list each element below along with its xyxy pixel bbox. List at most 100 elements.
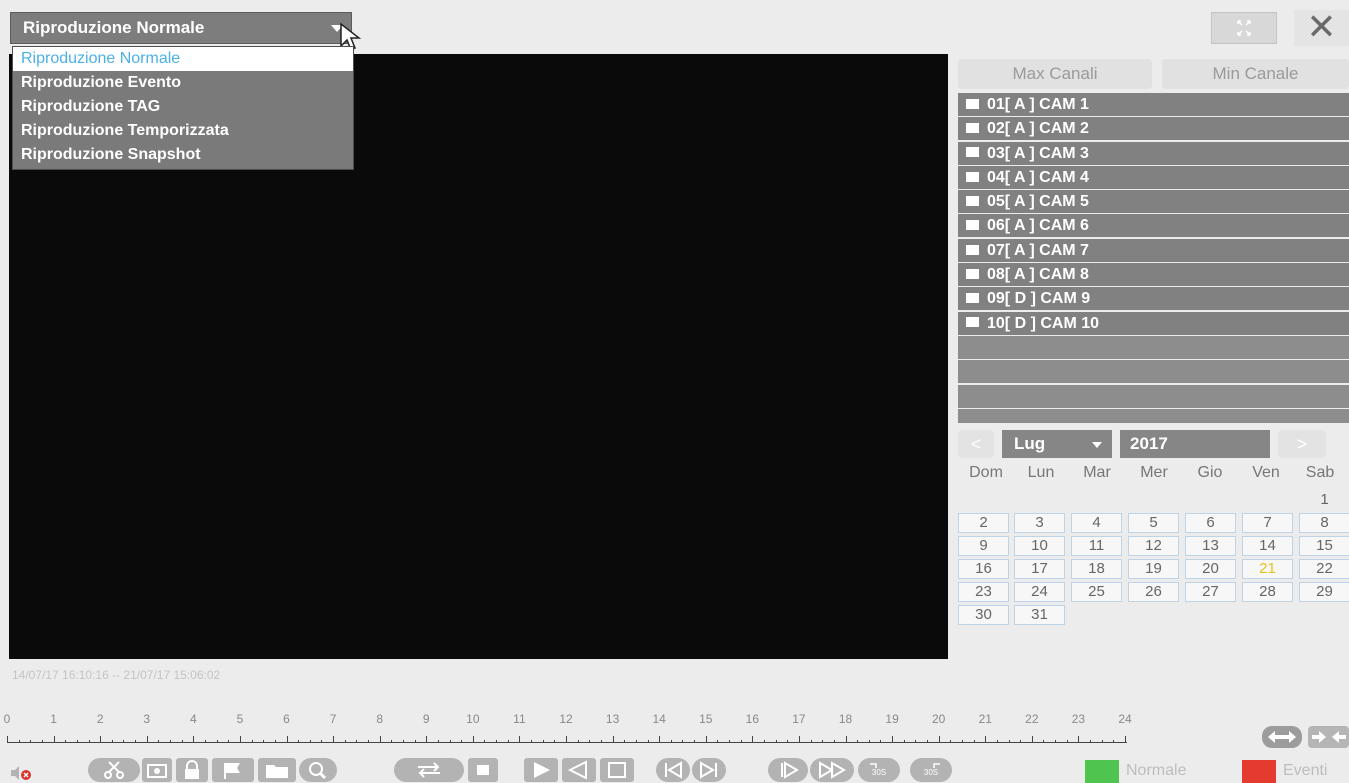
channel-item[interactable]: 05[ A ] CAM 5	[958, 190, 1349, 214]
channel-item[interactable]: 04[ A ] CAM 4	[958, 165, 1349, 189]
calendar-day[interactable]: 19	[1128, 559, 1179, 579]
calendar-day[interactable]: 14	[1242, 536, 1293, 556]
timeline-hour-label: 10	[466, 712, 480, 726]
timeline-tick	[321, 740, 323, 743]
checkbox-icon[interactable]	[966, 268, 979, 279]
channel-item[interactable]: 02[ A ] CAM 2	[958, 117, 1349, 141]
min-channel-button[interactable]: Min Canale	[1162, 59, 1349, 89]
checkbox-icon[interactable]	[966, 195, 979, 206]
stop-button[interactable]	[468, 758, 498, 782]
timeline-tick	[402, 740, 404, 743]
close-button[interactable]: ✕	[1294, 9, 1349, 46]
calendar-day[interactable]: 15	[1299, 536, 1349, 556]
fast-button[interactable]	[810, 758, 854, 782]
zoom-button[interactable]	[299, 758, 337, 782]
timeline-hour-label: 3	[143, 712, 151, 726]
timeline-tick	[845, 736, 847, 743]
max-channels-button[interactable]: Max Canali	[958, 59, 1152, 89]
calendar-day[interactable]: 16	[958, 559, 1009, 579]
skip-back-30-button[interactable]: 30S	[858, 758, 900, 782]
snapshot-button[interactable]	[142, 758, 172, 782]
mode-option-event[interactable]: Riproduzione Evento	[13, 71, 353, 95]
checkbox-icon[interactable]	[966, 220, 979, 231]
timeline-tick	[624, 740, 626, 743]
checkbox-icon[interactable]	[966, 171, 979, 182]
reverse-play-button[interactable]	[562, 758, 596, 782]
calendar-day[interactable]: 17	[1014, 559, 1065, 579]
calendar-day[interactable]: 26	[1128, 582, 1179, 602]
calendar-day[interactable]: 9	[958, 536, 1009, 556]
calendar-day[interactable]: 2	[958, 513, 1009, 533]
timeline-tick	[496, 740, 498, 743]
folder-button[interactable]	[258, 758, 296, 782]
checkbox-icon[interactable]	[966, 98, 979, 109]
channel-item[interactable]: 09[ D ] CAM 9	[958, 287, 1349, 311]
calendar-next-button[interactable]: >	[1278, 430, 1326, 458]
calendar-day[interactable]: 31	[1014, 605, 1065, 625]
fullscreen-button[interactable]	[1211, 12, 1277, 44]
checkbox-icon[interactable]	[966, 244, 979, 255]
calendar-day[interactable]: 8	[1299, 513, 1349, 533]
mode-option-normal[interactable]: Riproduzione Normale	[13, 47, 353, 71]
calendar-day[interactable]: 27	[1185, 582, 1236, 602]
skip-forward-30-button[interactable]: 30S	[910, 758, 952, 782]
mode-option-timed[interactable]: Riproduzione Temporizzata	[13, 119, 353, 143]
calendar-day[interactable]: 5	[1128, 513, 1179, 533]
timeline-axis	[7, 742, 1127, 743]
calendar-day[interactable]: 23	[958, 582, 1009, 602]
timeline-tick	[857, 740, 859, 743]
calendar-day[interactable]: 6	[1185, 513, 1236, 533]
pause-button[interactable]	[600, 758, 634, 782]
prev-frame-button[interactable]	[656, 758, 690, 782]
timeline-tick	[787, 740, 789, 743]
calendar-day[interactable]: 4	[1071, 513, 1122, 533]
channel-item[interactable]: 06[ A ] CAM 6	[958, 214, 1349, 238]
timeline-tick	[554, 740, 556, 743]
calendar-day[interactable]: 3	[1014, 513, 1065, 533]
month-select[interactable]: Lug	[1002, 430, 1112, 458]
calendar-day[interactable]: 18	[1071, 559, 1122, 579]
timeline[interactable]: 0 1 2 3 4 5 6 7 8 9 10 11 12 13 14 15 16 17 18 19 20 21 22 23 24	[0, 712, 1140, 752]
calendar-day[interactable]: 28	[1242, 582, 1293, 602]
slow-button[interactable]	[768, 758, 808, 782]
expand-timeline-button[interactable]	[1262, 726, 1302, 748]
mode-option-snapshot[interactable]: Riproduzione Snapshot	[13, 143, 353, 167]
mode-option-tag[interactable]: Riproduzione TAG	[13, 95, 353, 119]
compress-timeline-button[interactable]	[1308, 726, 1349, 748]
mute-icon[interactable]	[10, 764, 32, 782]
checkbox-icon[interactable]	[966, 293, 979, 304]
next-frame-button[interactable]	[692, 758, 726, 782]
calendar-day[interactable]: 30	[958, 605, 1009, 625]
tag-button[interactable]	[212, 758, 254, 782]
channel-item[interactable]: 07[ A ] CAM 7	[958, 238, 1349, 262]
channel-item[interactable]: 03[ A ] CAM 3	[958, 141, 1349, 165]
channel-item-empty	[958, 360, 1349, 384]
calendar-day[interactable]: 20	[1185, 559, 1236, 579]
play-button[interactable]	[524, 758, 558, 782]
timeline-tick	[612, 736, 614, 743]
calendar-day[interactable]: 22	[1299, 559, 1349, 579]
channel-item[interactable]: 10[ D ] CAM 10	[958, 311, 1349, 335]
timeline-tick	[1090, 740, 1092, 743]
checkbox-icon[interactable]	[966, 123, 979, 134]
playback-mode-select[interactable]: Riproduzione Normale	[10, 12, 352, 44]
calendar-day[interactable]: 29	[1299, 582, 1349, 602]
calendar-day[interactable]: 10	[1014, 536, 1065, 556]
channel-item[interactable]: 01[ A ] CAM 1	[958, 93, 1349, 116]
checkbox-icon[interactable]	[966, 317, 979, 328]
calendar-day[interactable]: 12	[1128, 536, 1179, 556]
channel-item[interactable]: 08[ A ] CAM 8	[958, 263, 1349, 287]
cut-button[interactable]	[88, 758, 140, 782]
calendar-prev-button[interactable]: <	[958, 430, 994, 458]
year-select[interactable]: 2017	[1120, 430, 1270, 458]
calendar-day[interactable]: 21	[1242, 559, 1293, 579]
calendar-day[interactable]: 1	[1299, 490, 1349, 510]
calendar-day[interactable]: 7	[1242, 513, 1293, 533]
lock-button[interactable]	[176, 758, 208, 782]
calendar-day[interactable]: 24	[1014, 582, 1065, 602]
calendar-day[interactable]: 13	[1185, 536, 1236, 556]
sync-button[interactable]	[394, 758, 464, 782]
checkbox-icon[interactable]	[966, 147, 979, 158]
calendar-day[interactable]: 25	[1071, 582, 1122, 602]
calendar-day[interactable]: 11	[1071, 536, 1122, 556]
